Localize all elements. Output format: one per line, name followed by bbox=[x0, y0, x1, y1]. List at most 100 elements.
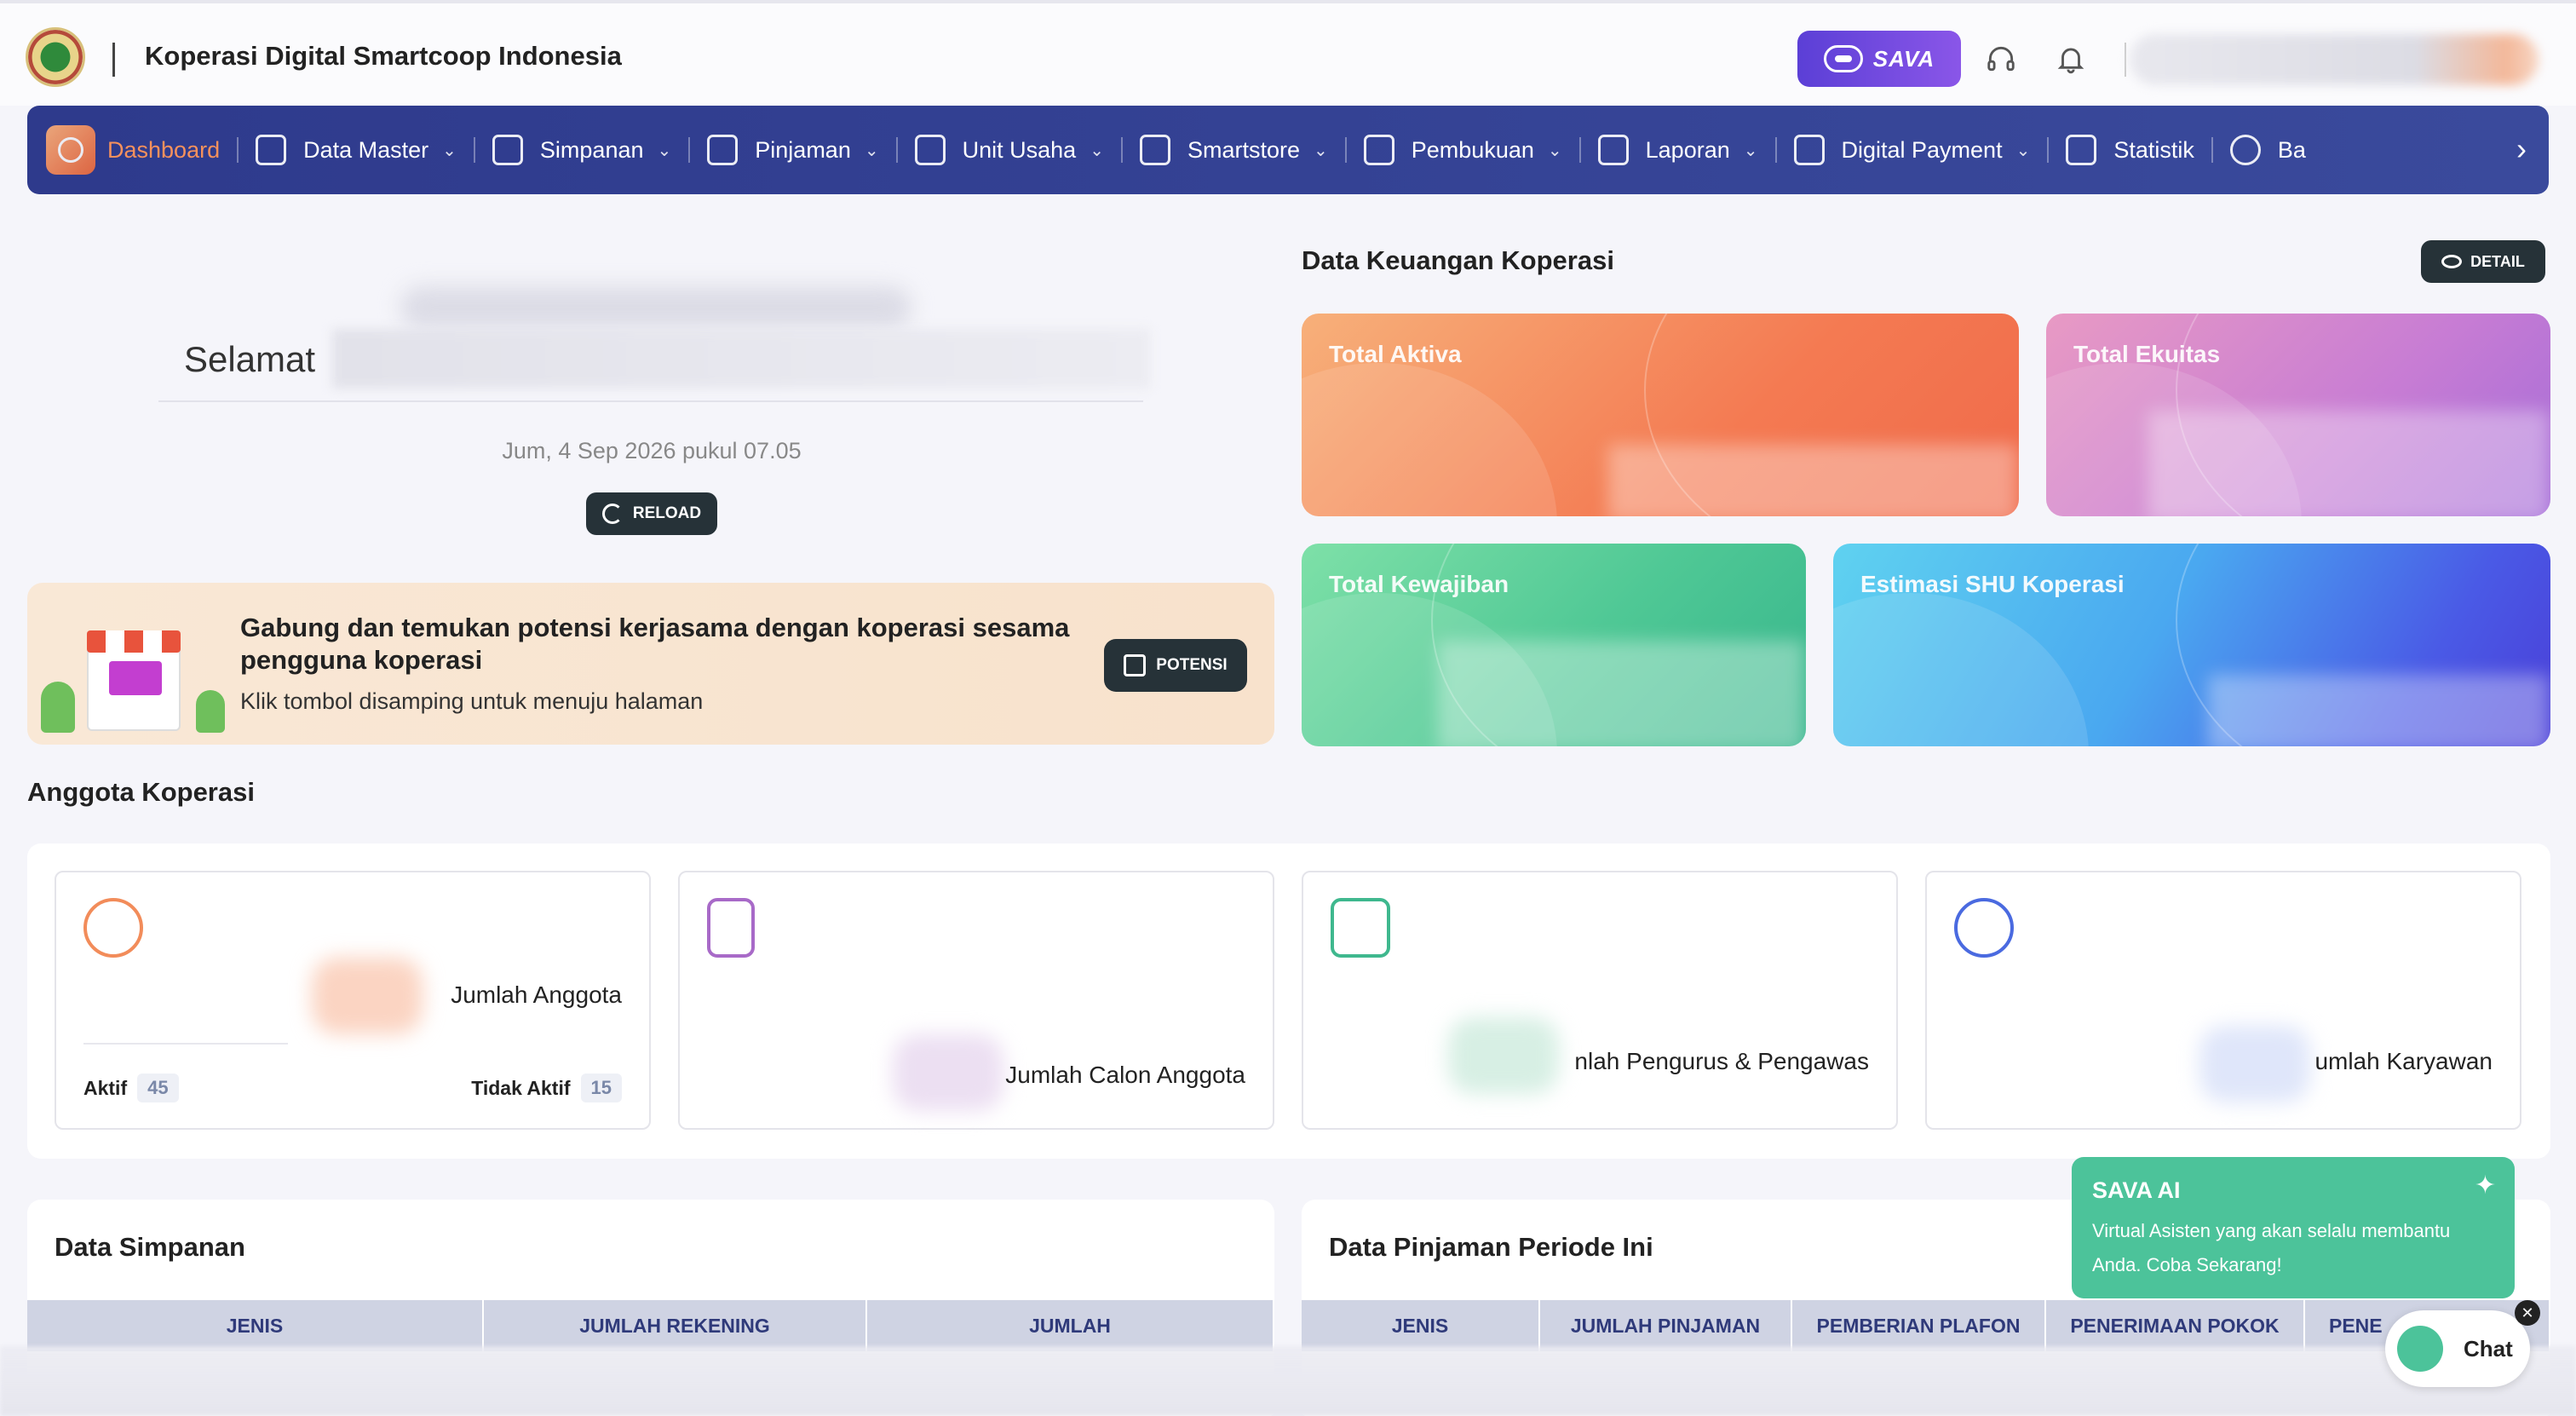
count-blurred bbox=[893, 1034, 1003, 1111]
nav-pinjaman[interactable]: Pinjaman ⌄ bbox=[690, 123, 895, 177]
folder-icon bbox=[256, 135, 287, 165]
pinjaman-header: JENIS JUMLAH PINJAMAN PEMBERIAN PLAFON P… bbox=[1302, 1300, 2550, 1351]
card-title: Estimasi SHU Koperasi bbox=[1860, 571, 2125, 597]
eye-icon bbox=[2441, 255, 2463, 268]
count-blurred bbox=[2199, 1026, 2310, 1102]
stat-aktif: Aktif 45 bbox=[83, 1074, 179, 1102]
nav-dashboard[interactable]: Dashboard bbox=[46, 123, 237, 177]
simpanan-header: JENIS JUMLAH REKENING JUMLAH bbox=[27, 1300, 1274, 1351]
chevron-down-icon: ⌄ bbox=[442, 141, 457, 160]
nav-digital-payment[interactable]: Digital Payment ⌄ bbox=[1777, 123, 2048, 177]
th-jenis: JENIS bbox=[27, 1300, 484, 1351]
card-total-ekuitas[interactable]: Total Ekuitas bbox=[2046, 314, 2550, 516]
welcome-name-blurred bbox=[400, 286, 911, 329]
robot-icon bbox=[1823, 45, 1863, 72]
headset-icon[interactable] bbox=[1985, 43, 2017, 75]
card-jumlah-anggota[interactable]: Jumlah Anggota Aktif 45 Tidak Aktif 15 bbox=[55, 871, 651, 1130]
header-divider bbox=[112, 43, 115, 77]
chat-button[interactable]: Chat bbox=[2385, 1310, 2530, 1387]
nav-label: Simpanan bbox=[539, 136, 644, 163]
nav-label: Statistik bbox=[2113, 136, 2194, 163]
sava-ai-description: Virtual Asisten yang akan selalu membant… bbox=[2092, 1220, 2451, 1275]
th-jumlah: JUMLAH bbox=[867, 1300, 1274, 1351]
detail-label: DETAIL bbox=[2470, 252, 2525, 270]
calon-anggota-label: Jumlah Calon Anggota bbox=[1005, 1062, 1245, 1088]
nav-label: Smartstore bbox=[1187, 136, 1300, 163]
nav-label: Pinjaman bbox=[755, 136, 851, 163]
sava-button[interactable]: SAVA bbox=[1797, 31, 1961, 87]
count-blurred bbox=[312, 958, 423, 1034]
pinjaman-title: Data Pinjaman Periode Ini bbox=[1329, 1232, 1653, 1262]
bottom-blurred-rows bbox=[0, 1346, 2576, 1416]
welcome-divider bbox=[158, 400, 1143, 402]
card-jumlah-karyawan[interactable]: umlah Karyawan bbox=[1925, 871, 2521, 1130]
card-value-blurred bbox=[2208, 675, 2549, 746]
reload-icon bbox=[601, 504, 623, 524]
close-icon[interactable]: ✕ bbox=[2515, 1300, 2540, 1326]
nav-label: Dashboard bbox=[107, 136, 221, 163]
nav-smartstore[interactable]: Smartstore ⌄ bbox=[1123, 123, 1345, 177]
chevron-down-icon: ⌄ bbox=[2015, 141, 2031, 160]
user-profile[interactable] bbox=[2130, 34, 2539, 85]
card-value-blurred bbox=[1608, 445, 2017, 516]
koperasi-logo[interactable] bbox=[26, 27, 85, 87]
chevron-down-icon: ⌄ bbox=[1090, 141, 1104, 160]
chevron-down-icon: ⌄ bbox=[1743, 141, 1758, 160]
potensi-subtitle: Klik tombol disamping untuk menuju halam… bbox=[240, 688, 704, 714]
card-title: Total Aktiva bbox=[1329, 341, 1462, 367]
sava-ai-tooltip[interactable]: SAVA AI Virtual Asisten yang akan selalu… bbox=[2072, 1157, 2515, 1298]
building-icon bbox=[914, 135, 946, 165]
nav-unit-usaha[interactable]: Unit Usaha ⌄ bbox=[898, 123, 1121, 177]
main-nav: Dashboard Data Master ⌄ Simpanan ⌄ Pinja… bbox=[27, 106, 2549, 194]
stat-label: Tidak Aktif bbox=[471, 1076, 571, 1099]
sparkle-icon: ✦ bbox=[2474, 1171, 2496, 1200]
nav-pembukuan[interactable]: Pembukuan ⌄ bbox=[1347, 123, 1579, 177]
th-pemberian-plafon: PEMBERIAN PLAFON bbox=[1792, 1300, 2046, 1351]
nav-bantuan[interactable]: Ba bbox=[2213, 123, 2323, 177]
card-calon-anggota[interactable]: Jumlah Calon Anggota bbox=[678, 871, 1274, 1130]
store-icon bbox=[1139, 135, 1170, 165]
reload-button[interactable]: RELOAD bbox=[586, 492, 717, 535]
nav-simpanan[interactable]: Simpanan ⌄ bbox=[475, 123, 688, 177]
chevron-down-icon: ⌄ bbox=[657, 141, 672, 160]
nav-label: Digital Payment bbox=[1841, 136, 2003, 163]
potensi-button-label: POTENSI bbox=[1156, 656, 1228, 674]
nav-statistik[interactable]: Statistik bbox=[2049, 123, 2211, 177]
card-icon bbox=[1793, 135, 1825, 165]
card-total-kewajiban[interactable]: Total Kewajiban bbox=[1302, 544, 1806, 746]
detail-button[interactable]: DETAIL bbox=[2421, 240, 2545, 283]
bell-icon[interactable] bbox=[2055, 43, 2087, 75]
dashboard-icon bbox=[46, 125, 95, 175]
welcome-greeting: Selamat bbox=[184, 339, 316, 379]
card-divider bbox=[83, 1043, 288, 1045]
top-header: Koperasi Digital Smartcoop Indonesia SAV… bbox=[0, 0, 2576, 106]
pengurus-label: nlah Pengurus & Pengawas bbox=[1574, 1048, 1869, 1074]
stat-label: Aktif bbox=[83, 1076, 128, 1099]
document-user-icon bbox=[707, 898, 755, 958]
card-total-aktiva[interactable]: Total Aktiva bbox=[1302, 314, 2019, 516]
card-pengurus-pengawas[interactable]: nlah Pengurus & Pengawas bbox=[1302, 871, 1898, 1130]
nav-data-master[interactable]: Data Master ⌄ bbox=[239, 123, 474, 177]
books-icon bbox=[1363, 135, 1394, 165]
jumlah-anggota-label: Jumlah Anggota bbox=[451, 981, 622, 1008]
welcome-user-blurred bbox=[332, 329, 1150, 389]
th-penerimaan-pokok: PENERIMAAN POKOK bbox=[2046, 1300, 2305, 1351]
potensi-button[interactable]: POTENSI bbox=[1104, 639, 1247, 692]
card-value-blurred bbox=[2148, 411, 2549, 516]
th-jumlah-rekening: JUMLAH REKENING bbox=[484, 1300, 867, 1351]
nav-laporan[interactable]: Laporan ⌄ bbox=[1581, 123, 1775, 177]
stat-tidak-aktif: Tidak Aktif 15 bbox=[471, 1074, 622, 1102]
header-divider-right bbox=[2125, 43, 2126, 77]
th-jumlah-pinjaman: JUMLAH PINJAMAN bbox=[1540, 1300, 1792, 1351]
chart-icon bbox=[2066, 135, 2097, 165]
chat-icon bbox=[2397, 1326, 2443, 1372]
th-jenis: JENIS bbox=[1302, 1300, 1540, 1351]
welcome-date: Jum, 4 Sep 2026 pukul 07.05 bbox=[502, 438, 802, 463]
card-estimasi-shu[interactable]: Estimasi SHU Koperasi bbox=[1833, 544, 2550, 746]
sava-ai-title: SAVA AI bbox=[2092, 1177, 2181, 1203]
chevron-down-icon: ⌄ bbox=[1547, 141, 1562, 160]
store-icon bbox=[1124, 654, 1147, 676]
nav-label: Ba bbox=[2277, 136, 2306, 163]
org-name: Koperasi Digital Smartcoop Indonesia bbox=[145, 41, 622, 71]
chevron-right-icon[interactable]: › bbox=[2516, 131, 2527, 167]
